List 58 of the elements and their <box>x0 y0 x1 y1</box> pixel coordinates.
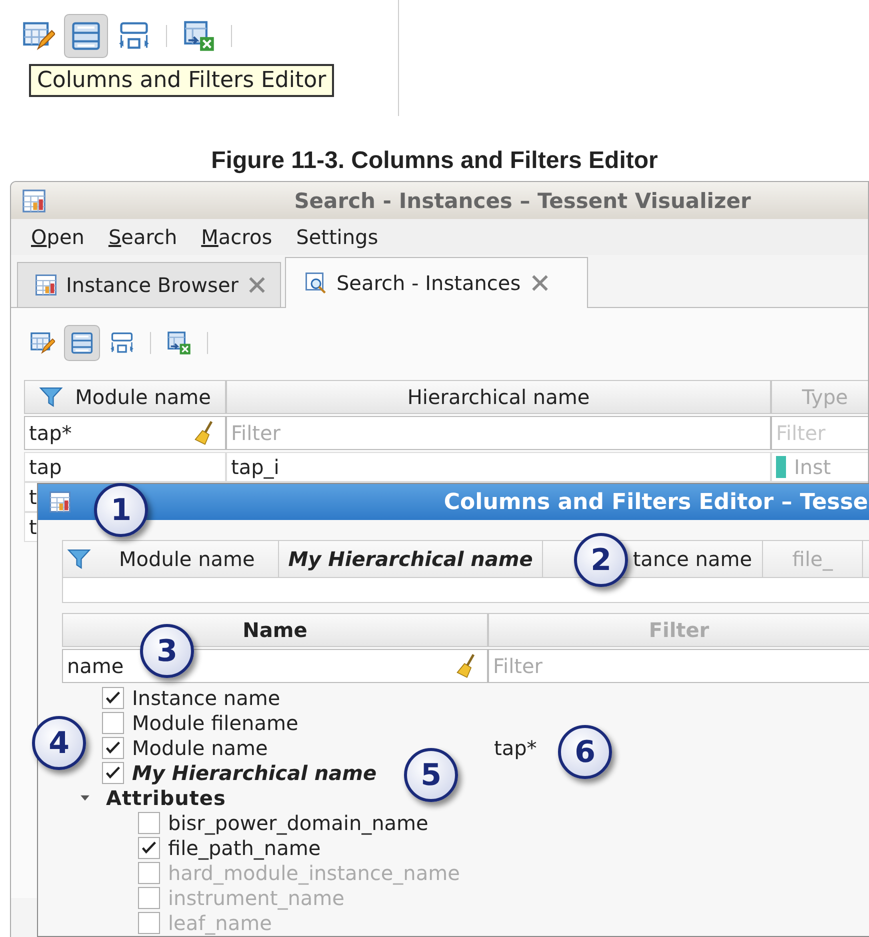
column-header-label: Module name <box>119 547 255 571</box>
menu-item[interactable]: Macros <box>201 225 272 249</box>
item-label: My Hierarchical name <box>132 760 377 784</box>
item-label: bisr_power_domain_name <box>168 810 428 834</box>
funnel-icon <box>67 547 91 571</box>
tab-label: Search - Instances <box>336 271 521 295</box>
menu-item[interactable]: Open <box>31 225 84 249</box>
group-label: Attributes <box>106 786 226 810</box>
toolbar-button[interactable] <box>64 325 100 361</box>
filter-field[interactable]: tap* <box>24 416 226 450</box>
tab[interactable]: Search - Instances <box>285 257 588 308</box>
column-header-label: Module name <box>75 385 211 409</box>
app-icon <box>21 188 47 214</box>
check-icon <box>104 688 122 706</box>
tab[interactable]: Instance Browser <box>17 262 282 307</box>
checkbox[interactable] <box>138 836 160 858</box>
checkbox[interactable] <box>138 812 160 834</box>
resize-icon <box>109 330 135 356</box>
table-icon <box>34 273 58 297</box>
filter-field[interactable]: Filter <box>488 649 869 683</box>
table-export-icon <box>166 330 192 356</box>
table-cell: tap <box>24 452 226 482</box>
figure-caption: Figure 11-3. Columns and Filters Editor <box>210 147 659 175</box>
magnifier-icon <box>304 271 328 295</box>
dialog-title: Columns and Filters Editor – Tesse <box>444 490 869 514</box>
check-icon <box>104 764 122 782</box>
checkbox[interactable] <box>102 736 124 758</box>
tooltip: Columns and Filters Editor <box>29 64 334 97</box>
app-icon <box>48 490 72 514</box>
item-label: file_path_name <box>168 836 321 860</box>
item-label: hard_module_instance_name <box>168 860 460 884</box>
item-label: Module name <box>132 736 268 760</box>
table-pencil-icon <box>21 19 55 53</box>
tab-label: Instance Browser <box>66 273 238 297</box>
checkbox[interactable] <box>102 686 124 708</box>
checkbox[interactable] <box>102 712 124 734</box>
item-label: instrument_name <box>168 886 344 910</box>
filter-value: tap* <box>493 736 537 760</box>
stacked-rows-icon <box>69 330 95 356</box>
item-label: Module filename <box>132 710 298 734</box>
table-pencil-icon <box>29 330 55 356</box>
window-title: Search - Instances – Tessent Visualizer <box>293 188 752 212</box>
column-header[interactable]: Hierarchical name <box>226 380 771 414</box>
check-icon <box>140 838 158 856</box>
toolbar-button[interactable] <box>64 14 108 58</box>
menu-item[interactable]: Settings <box>296 225 378 249</box>
column-header[interactable]: My Hierarchical name <box>279 541 543 577</box>
filter-field[interactable]: Filter <box>226 416 771 450</box>
table-cell: tap_i <box>226 452 771 482</box>
stacked-rows-icon <box>69 19 103 53</box>
type-label: Inst <box>794 455 831 479</box>
check-icon <box>104 738 122 756</box>
item-label: leaf_name <box>168 910 272 934</box>
menu-item[interactable]: Search <box>108 225 178 249</box>
funnel-icon <box>39 385 64 409</box>
table-export-icon <box>182 19 216 53</box>
checkbox[interactable] <box>102 762 124 784</box>
item-label: Instance name <box>132 686 280 710</box>
